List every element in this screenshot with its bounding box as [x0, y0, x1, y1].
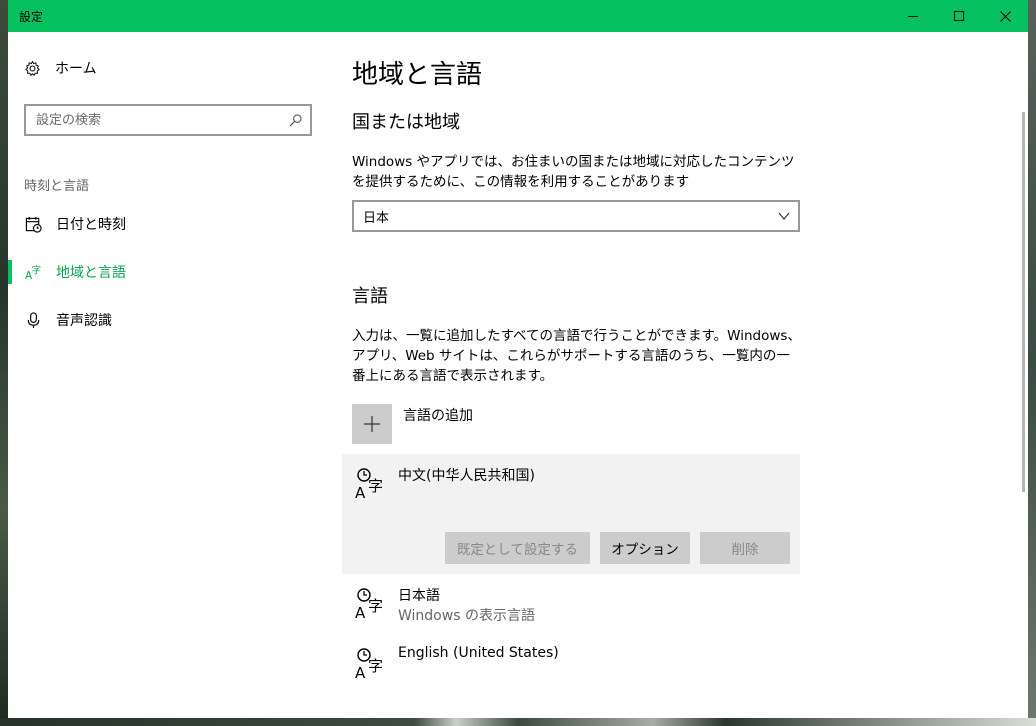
sidebar-item-label: 音声認識 — [56, 313, 112, 329]
svg-text:字: 字 — [368, 597, 383, 615]
country-select[interactable]: 日本 — [352, 200, 800, 232]
close-icon — [999, 10, 1011, 22]
language-item-japanese[interactable]: A 字 日本語 Windows の表示言語 — [342, 574, 800, 634]
maximize-button[interactable] — [936, 0, 982, 32]
close-button[interactable] — [982, 0, 1028, 32]
plus-icon — [364, 416, 380, 432]
svg-text:A: A — [355, 664, 366, 680]
page-title: 地域と言語 — [352, 60, 483, 90]
sidebar-item-label: 地域と言語 — [56, 265, 126, 281]
search-box[interactable] — [24, 104, 312, 136]
svg-text:A: A — [355, 604, 366, 620]
desktop-background-left — [0, 0, 8, 726]
chevron-down-icon — [778, 212, 790, 220]
window-title: 設定 — [19, 10, 44, 24]
language-item-chinese[interactable]: A 字 中文(中华人民共和国) 既定として設定する オプション 削除 — [342, 454, 800, 574]
section-caption: 時刻と言語 — [24, 179, 90, 194]
home-nav-item[interactable]: ホーム — [24, 58, 97, 78]
desktop-background-right — [1028, 0, 1036, 726]
calendar-clock-icon — [24, 215, 42, 233]
language-name: English (United States) — [398, 645, 559, 661]
sidebar-item-label: 日付と時刻 — [56, 217, 126, 233]
search-icon — [289, 114, 302, 127]
language-name: 日本語 — [398, 588, 440, 604]
set-default-button[interactable]: 既定として設定する — [445, 532, 590, 564]
sidebar-item-speech[interactable]: 音声認識 — [8, 302, 328, 338]
region-description: Windows やアプリでは、お住まいの国または地域に対応したコンテンツを提供す… — [352, 154, 795, 190]
sidebar: ホーム 時刻と言語 日付と時刻 A字 地域と言語 音声認識 — [8, 32, 328, 718]
maximize-icon — [954, 11, 964, 21]
svg-text:字: 字 — [368, 477, 383, 495]
home-label: ホーム — [55, 61, 97, 77]
svg-text:字: 字 — [368, 657, 383, 675]
language-description: 入力は、一覧に追加したすべての言語で行うことができます。Windows、アプリ、… — [352, 328, 801, 384]
options-button[interactable]: オプション — [600, 532, 690, 564]
main-content: 地域と言語 国または地域 Windows やアプリでは、お住まいの国または地域に… — [342, 32, 1012, 718]
minimize-button[interactable] — [890, 0, 936, 32]
gear-icon — [25, 60, 40, 76]
add-language-tile — [352, 404, 392, 444]
search-input[interactable] — [26, 106, 266, 134]
language-icon: A 字 — [355, 648, 383, 680]
country-select-value: 日本 — [363, 211, 390, 226]
remove-button[interactable]: 削除 — [700, 532, 790, 564]
sidebar-item-date-time[interactable]: 日付と時刻 — [8, 206, 328, 242]
settings-window: 設定 ホーム 時刻と言語 日付と時刻 A字 — [8, 0, 1028, 718]
scrollbar[interactable] — [1022, 112, 1025, 492]
language-icon: A 字 — [355, 468, 383, 500]
language-item-english[interactable]: A 字 English (United States) — [342, 634, 800, 694]
add-language-label: 言語の追加 — [403, 408, 473, 424]
minimize-icon — [908, 15, 918, 17]
microphone-icon — [24, 311, 42, 329]
language-name: 中文(中华人民共和国) — [398, 468, 535, 484]
language-heading: 言語 — [352, 286, 388, 307]
language-subtitle: Windows の表示言語 — [398, 608, 535, 624]
language-region-icon: A字 — [24, 263, 42, 281]
add-language-button[interactable]: 言語の追加 — [352, 404, 473, 444]
language-icon: A 字 — [355, 588, 383, 620]
desktop-background-bottom — [0, 718, 1036, 726]
region-heading: 国または地域 — [352, 112, 460, 133]
svg-text:字: 字 — [31, 264, 40, 276]
title-bar[interactable]: 設定 — [8, 0, 1028, 32]
svg-text:A: A — [355, 484, 366, 500]
sidebar-item-region-language[interactable]: A字 地域と言語 — [8, 254, 328, 290]
